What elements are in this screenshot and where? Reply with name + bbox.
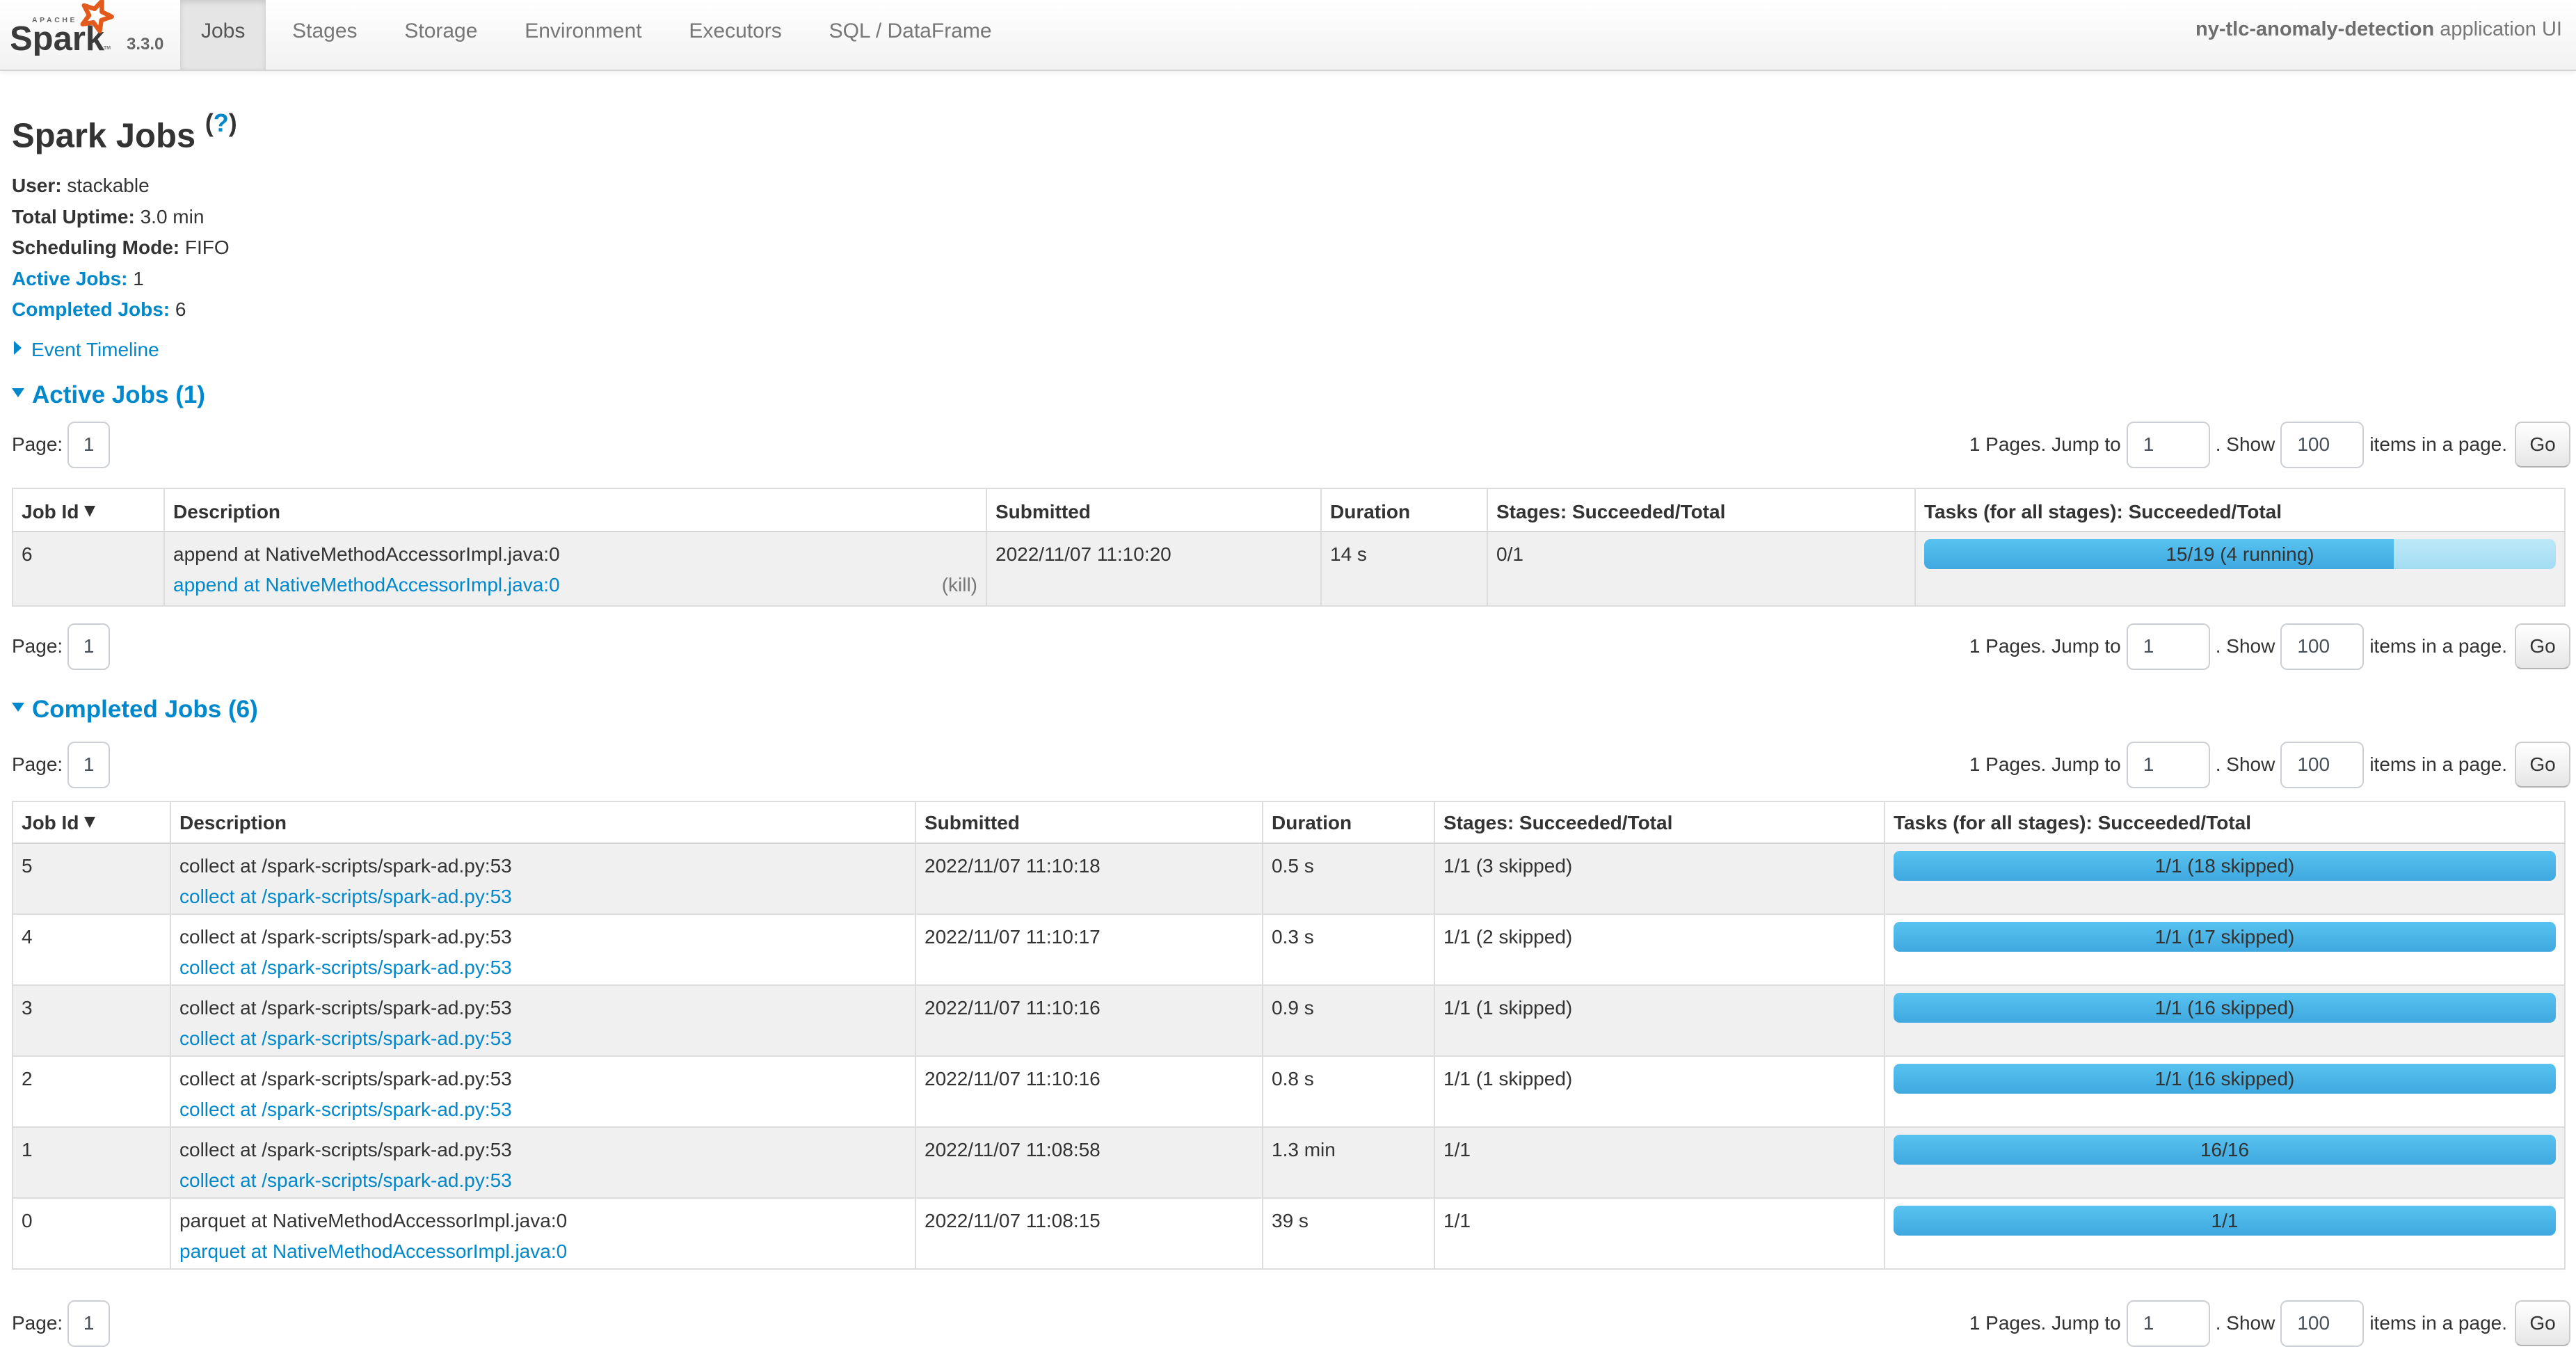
svg-text:Spark: Spark [11, 20, 105, 56]
svg-text:TM: TM [104, 46, 111, 51]
